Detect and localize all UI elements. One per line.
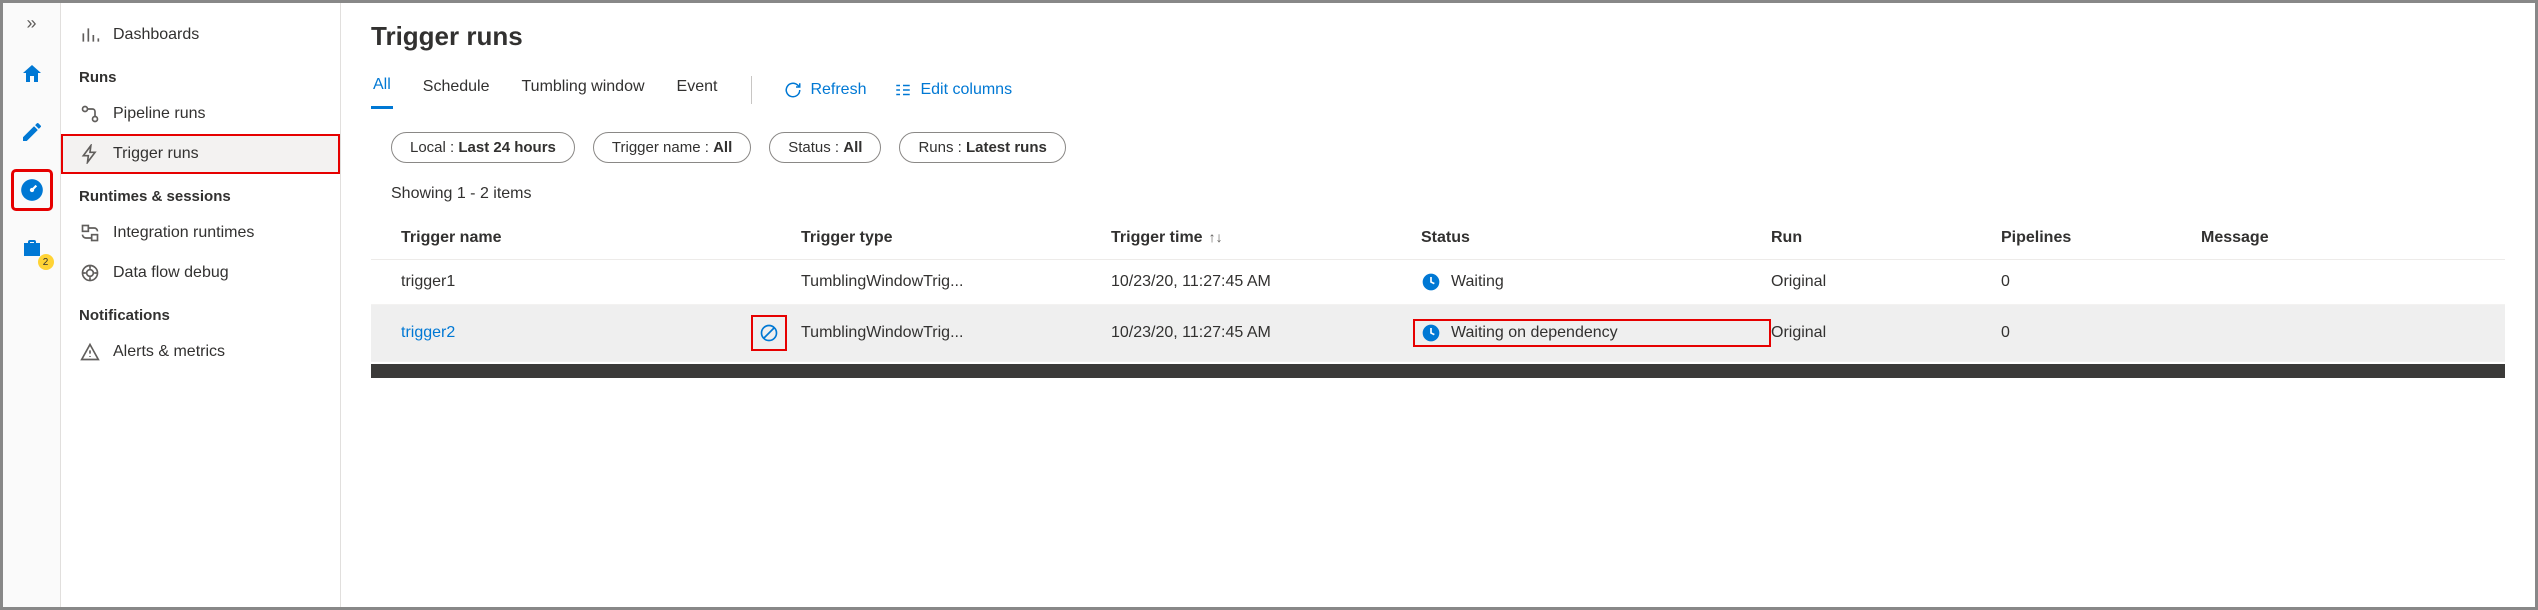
col-trigger-type[interactable]: Trigger type <box>801 229 1111 247</box>
tab-tumbling-window[interactable]: Tumbling window <box>520 72 647 108</box>
sidebar-label: Pipeline runs <box>113 105 206 123</box>
trigger-link[interactable]: trigger2 <box>401 324 455 342</box>
waiting-icon <box>1421 272 1441 292</box>
columns-icon <box>894 81 912 99</box>
runs-table: Trigger name Trigger type Trigger time↑↓… <box>371 217 2505 589</box>
refresh-button[interactable]: Refresh <box>784 81 866 99</box>
tabs-row: All Schedule Tumbling window Event Refre… <box>371 70 2505 110</box>
rail-author[interactable] <box>14 114 50 150</box>
cell-pipelines: 0 <box>2001 324 2201 342</box>
alert-icon <box>79 342 101 362</box>
table-row[interactable]: trigger2 TumblingWindowTrig... 10/23/20,… <box>371 305 2505 362</box>
horizontal-scrollbar[interactable] <box>371 364 2505 378</box>
refresh-icon <box>784 81 802 99</box>
cell-status: Waiting on dependency <box>1413 319 1771 347</box>
edit-icon <box>20 120 44 144</box>
sidebar-section-runs: Runs <box>61 55 340 94</box>
sidebar-pipeline-runs[interactable]: Pipeline runs <box>61 94 340 134</box>
sidebar-label: Alerts & metrics <box>113 343 225 361</box>
dashboard-icon <box>79 25 101 45</box>
waiting-icon <box>1421 323 1441 343</box>
cell-trigger-name: trigger2 <box>401 317 801 349</box>
page-title: Trigger runs <box>371 21 2505 52</box>
table-header: Trigger name Trigger type Trigger time↑↓… <box>371 217 2505 260</box>
col-trigger-time[interactable]: Trigger time↑↓ <box>1111 229 1421 247</box>
sidebar-alerts-metrics[interactable]: Alerts & metrics <box>61 332 340 372</box>
rail-badge: 2 <box>38 254 54 270</box>
home-icon <box>20 62 44 86</box>
trigger-icon <box>79 144 101 164</box>
monitor-icon <box>19 177 45 203</box>
left-rail: » 2 <box>3 3 61 607</box>
refresh-label: Refresh <box>810 81 866 99</box>
rail-manage[interactable]: 2 <box>14 230 50 266</box>
table-row[interactable]: trigger1 TumblingWindowTrig... 10/23/20,… <box>371 260 2505 305</box>
cell-status: Waiting <box>1421 272 1771 292</box>
rail-monitor[interactable] <box>14 172 50 208</box>
filter-trigger-name[interactable]: Trigger name : All <box>593 132 751 163</box>
sidebar: Dashboards Runs Pipeline runs Trigger ru… <box>61 3 341 607</box>
filter-pills: Local : Last 24 hours Trigger name : All… <box>371 132 2505 163</box>
cancel-trigger-button[interactable] <box>753 317 785 349</box>
edit-columns-label: Edit columns <box>920 81 1012 99</box>
dataflow-icon <box>79 263 101 283</box>
filter-time[interactable]: Local : Last 24 hours <box>391 132 575 163</box>
sidebar-label: Dashboards <box>113 26 199 44</box>
sidebar-label: Integration runtimes <box>113 224 254 242</box>
main-content: Trigger runs All Schedule Tumbling windo… <box>341 3 2535 607</box>
cell-trigger-time: 10/23/20, 11:27:45 AM <box>1111 273 1421 291</box>
sidebar-section-notifications: Notifications <box>61 293 340 332</box>
col-trigger-name[interactable]: Trigger name <box>401 229 801 247</box>
sidebar-trigger-runs[interactable]: Trigger runs <box>61 134 340 174</box>
sidebar-label: Data flow debug <box>113 264 229 282</box>
filter-runs[interactable]: Runs : Latest runs <box>899 132 1065 163</box>
cell-trigger-name: trigger1 <box>401 273 801 291</box>
cell-trigger-time: 10/23/20, 11:27:45 AM <box>1111 324 1421 342</box>
integration-icon <box>79 223 101 243</box>
tab-schedule[interactable]: Schedule <box>421 72 492 108</box>
cell-run: Original <box>1771 324 2001 342</box>
cell-trigger-type: TumblingWindowTrig... <box>801 273 1111 291</box>
sidebar-section-runtimes: Runtimes & sessions <box>61 174 340 213</box>
col-status[interactable]: Status <box>1421 229 1771 247</box>
edit-columns-button[interactable]: Edit columns <box>894 81 1012 99</box>
sidebar-dashboards[interactable]: Dashboards <box>61 15 340 55</box>
col-pipelines[interactable]: Pipelines <box>2001 229 2201 247</box>
cell-run: Original <box>1771 273 2001 291</box>
cancel-icon <box>759 323 779 343</box>
sidebar-integration-runtimes[interactable]: Integration runtimes <box>61 213 340 253</box>
cell-pipelines: 0 <box>2001 273 2201 291</box>
sidebar-data-flow-debug[interactable]: Data flow debug <box>61 253 340 293</box>
pipeline-icon <box>79 104 101 124</box>
col-message[interactable]: Message <box>2201 229 2461 247</box>
filter-status[interactable]: Status : All <box>769 132 881 163</box>
collapse-rail-icon[interactable]: » <box>26 13 36 34</box>
cell-trigger-type: TumblingWindowTrig... <box>801 324 1111 342</box>
sort-icon: ↑↓ <box>1209 229 1223 245</box>
sidebar-label: Trigger runs <box>113 145 199 163</box>
rail-home[interactable] <box>14 56 50 92</box>
tab-event[interactable]: Event <box>675 72 720 108</box>
tab-all[interactable]: All <box>371 70 393 109</box>
showing-count: Showing 1 - 2 items <box>371 185 2505 203</box>
col-run[interactable]: Run <box>1771 229 2001 247</box>
divider <box>751 76 752 104</box>
